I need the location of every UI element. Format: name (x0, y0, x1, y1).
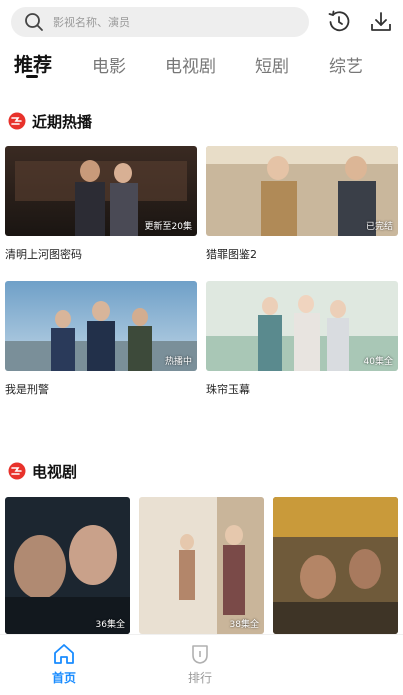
tab-short-drama[interactable]: 短剧 (255, 52, 289, 77)
search-placeholder: 影视名称、演员 (53, 16, 130, 29)
show-title: 我是刑警 (5, 383, 49, 396)
home-icon (54, 644, 74, 664)
category-tabs: 推荐 电影 电视剧 短剧 综艺 (0, 44, 403, 84)
section-recent-header: 近期热播 (8, 110, 92, 132)
status-badge: 40集全 (363, 357, 393, 367)
search-icon (23, 11, 45, 33)
top-bar: 影视名称、演员 (0, 0, 403, 44)
status-badge: 已完结 (365, 222, 393, 232)
bottom-navigation: 首页 排行 (0, 634, 403, 695)
nav-home-label: 首页 (51, 671, 76, 685)
show-title: 清明上河图密码 (5, 248, 82, 261)
section-badge-icon (8, 462, 26, 480)
search-bar[interactable]: 影视名称、演员 (11, 7, 309, 37)
download-icon[interactable] (368, 9, 394, 35)
history-icon[interactable] (326, 9, 352, 35)
status-badge: 38集全 (229, 620, 259, 630)
status-badge: 36集全 (95, 620, 125, 630)
show-title: 珠帘玉幕 (206, 383, 250, 396)
tab-movies[interactable]: 电影 (92, 52, 126, 77)
nav-rank-label: 排行 (187, 671, 212, 685)
section-badge-icon (8, 112, 26, 130)
show-title: 猎罪图鉴2 (206, 248, 257, 261)
section-recent-title: 近期热播 (32, 112, 93, 131)
show-thumbnail: 已完结 (206, 146, 398, 236)
status-badge: 热播中 (164, 357, 192, 367)
show-thumbnail: 热播中 (5, 281, 197, 371)
poster-thumbnail: 38集全 (139, 497, 264, 634)
tab-variety[interactable]: 综艺 (329, 52, 363, 77)
tab-tv-series[interactable]: 电视剧 (165, 52, 216, 77)
status-badge: 更新至20集 (144, 222, 192, 232)
poster-thumbnail: 36集全 (5, 497, 130, 634)
show-thumbnail: 更新至20集 (5, 146, 197, 236)
nav-home[interactable]: 首页 (34, 643, 94, 686)
poster-thumbnail (273, 497, 398, 634)
rank-icon (192, 645, 208, 664)
tab-recommend[interactable]: 推荐 (14, 50, 52, 77)
section-tv-header: 电视剧 (8, 460, 77, 482)
active-tab-indicator (26, 75, 38, 78)
section-tv-title: 电视剧 (32, 462, 78, 481)
show-thumbnail: 40集全 (206, 281, 398, 371)
nav-rank[interactable]: 排行 (170, 643, 230, 686)
